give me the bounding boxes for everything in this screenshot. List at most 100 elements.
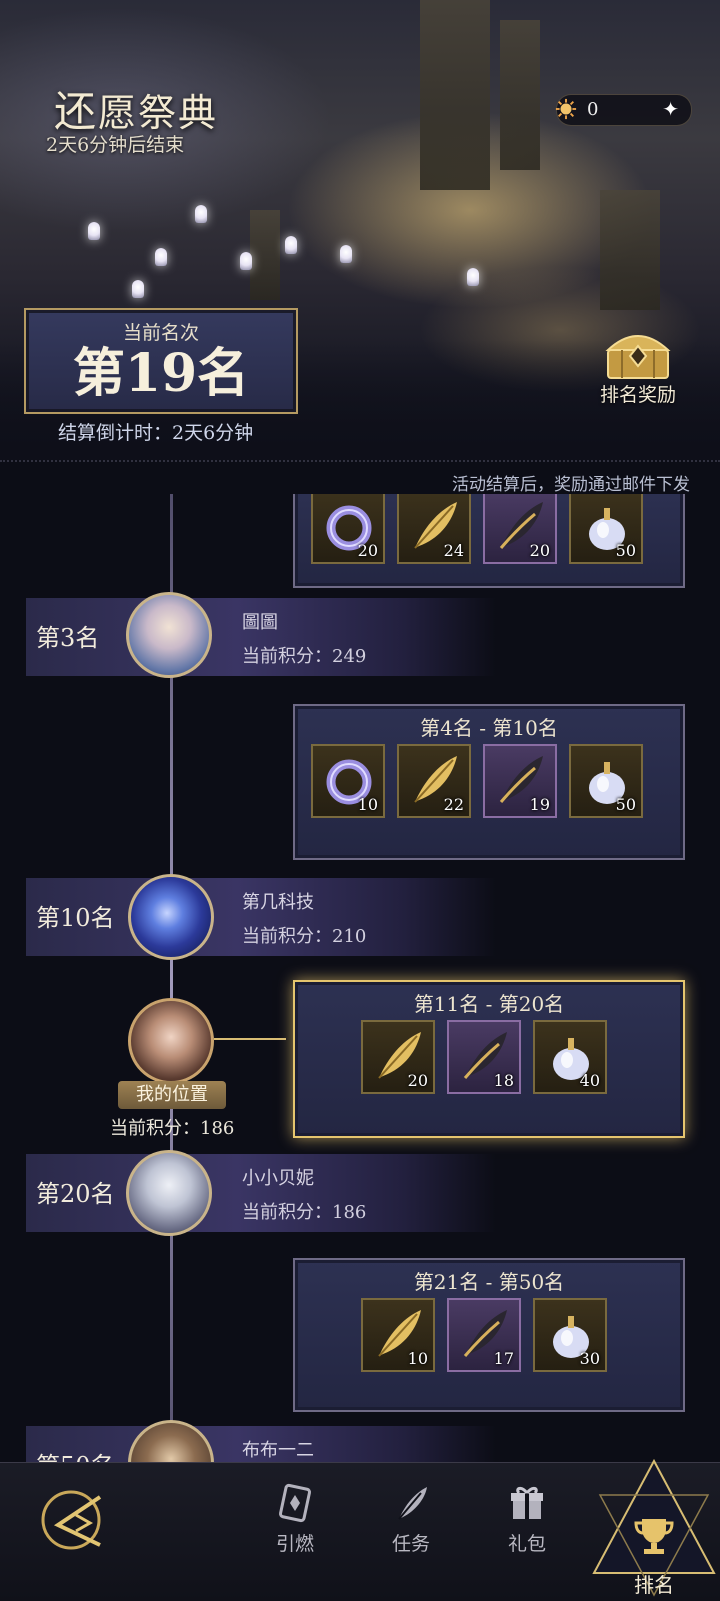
reward-tier-11-20: 第11名 - 第20名 20 18 40 <box>293 980 685 1138</box>
rank-label: 第20名 <box>36 1180 115 1208</box>
current-rank-value: 第19名 <box>72 343 250 404</box>
sun-coin-icon <box>555 98 577 120</box>
reward-item[interactable]: 50 <box>569 744 643 818</box>
player-score: 当前积分：249 <box>242 646 367 667</box>
item-count: 17 <box>493 1349 514 1368</box>
my-avatar[interactable] <box>128 998 214 1084</box>
avatar[interactable] <box>126 1150 212 1236</box>
tier-title: 第11名 - 第20名 <box>413 992 565 1016</box>
avatar[interactable] <box>126 592 212 678</box>
player-name: 小小贝妮 <box>242 1168 314 1189</box>
tier-title: 第21名 - 第50名 <box>413 1270 565 1294</box>
my-score: 当前积分：186 <box>110 1118 235 1139</box>
reward-item[interactable]: 20 <box>311 494 385 564</box>
nav-ignite[interactable]: 引燃 <box>250 1483 340 1556</box>
reward-item[interactable]: 20 <box>483 494 557 564</box>
event-title-first: 还 <box>54 87 99 136</box>
reward-mail-notice: 活动结算后，奖励通过邮件下发 <box>452 475 690 495</box>
rank-rewards-button[interactable]: 排名奖励 <box>588 322 688 412</box>
my-position-connector <box>214 1038 286 1040</box>
banner-tower <box>250 210 280 300</box>
reward-item[interactable]: 50 <box>569 494 643 564</box>
lantern-icon <box>285 236 297 254</box>
lantern-icon <box>132 280 144 298</box>
reward-tier-21-50: 第21名 - 第50名 10 17 30 <box>293 1258 685 1412</box>
divider <box>0 460 720 462</box>
reward-item[interactable]: 22 <box>397 744 471 818</box>
item-count: 20 <box>529 541 550 560</box>
item-count: 20 <box>407 1071 428 1090</box>
nav-label: 引燃 <box>275 1533 314 1555</box>
reward-item[interactable]: 10 <box>361 1298 435 1372</box>
lantern-icon <box>467 268 479 286</box>
banner-tower <box>500 20 540 170</box>
lantern-icon <box>240 252 252 270</box>
event-remaining-time: 2天6分钟后结束 <box>46 134 185 156</box>
currency-value: 0 <box>587 99 599 120</box>
reward-item[interactable]: 40 <box>533 1020 607 1094</box>
reward-item[interactable]: 17 <box>447 1298 521 1372</box>
rank-row-3[interactable]: 第3名 圖圖 当前积分：249 <box>26 598 496 676</box>
reward-item[interactable]: 24 <box>397 494 471 564</box>
gift-icon <box>511 1486 543 1519</box>
treasure-chest-icon <box>605 335 671 379</box>
item-count: 10 <box>357 795 378 814</box>
nav-label: 排名 <box>634 1573 674 1597</box>
player-name: 圖圖 <box>242 612 278 633</box>
player-name: 第几科技 <box>242 892 314 913</box>
rank-label: 第3名 <box>36 624 100 652</box>
player-name: 布布一二 <box>242 1440 314 1461</box>
item-count: 50 <box>615 795 636 814</box>
player-score: 当前积分：210 <box>242 926 367 947</box>
nav-label: 任务 <box>391 1533 430 1555</box>
quill-icon <box>398 1487 427 1520</box>
reward-item[interactable]: 18 <box>447 1020 521 1094</box>
item-count: 24 <box>443 541 464 560</box>
nav-label: 礼包 <box>507 1533 546 1555</box>
current-rank-card: 当前名次 第19名 <box>24 308 298 414</box>
current-rank-label: 当前名次 <box>122 322 199 344</box>
trophy-icon <box>634 1519 674 1554</box>
card-icon <box>278 1483 312 1523</box>
banner-tower <box>420 0 490 190</box>
player-score: 当前积分：186 <box>242 1202 367 1223</box>
item-count: 22 <box>443 795 464 814</box>
nav-ranking[interactable]: 排名 <box>588 1455 720 1601</box>
item-count: 30 <box>579 1349 600 1368</box>
tier-title: 第4名 - 第10名 <box>420 716 558 740</box>
home-emblem-icon <box>41 1490 102 1550</box>
ranking-list[interactable]: 20 24 20 50 第3名 圖圖 当前积分：249 第4名 - 第10名 1… <box>0 494 720 1464</box>
lantern-icon <box>88 222 100 240</box>
sparkle-add-icon[interactable]: ✦ <box>662 97 679 121</box>
reward-tier-top3: 20 24 20 50 <box>293 494 685 588</box>
reward-tier-4-10: 第4名 - 第10名 10 22 19 50 <box>293 704 685 860</box>
banner-tower <box>600 190 660 310</box>
reward-item[interactable]: 10 <box>311 744 385 818</box>
currency-counter[interactable]: 0 ✦ <box>555 94 692 126</box>
item-count: 10 <box>407 1349 428 1368</box>
rank-row-20[interactable]: 第20名 小小贝妮 当前积分：186 <box>26 1154 496 1232</box>
avatar[interactable] <box>128 874 214 960</box>
item-count: 18 <box>493 1071 514 1090</box>
item-count: 40 <box>579 1071 600 1090</box>
bottom-nav: 引燃 任务 礼包 排名 <box>0 1458 720 1601</box>
nav-gifts[interactable]: 礼包 <box>482 1483 572 1556</box>
reward-item[interactable]: 19 <box>483 744 557 818</box>
nav-tasks[interactable]: 任务 <box>366 1483 456 1556</box>
rank-row-50[interactable]: 第50名 布布一二 <box>26 1426 496 1464</box>
item-count: 50 <box>615 541 636 560</box>
item-count: 20 <box>357 541 378 560</box>
event-title-rest: 愿祭典 <box>98 91 219 135</box>
rank-row-10[interactable]: 第10名 第几科技 当前积分：210 <box>26 878 496 956</box>
reward-item[interactable]: 30 <box>533 1298 607 1372</box>
lantern-icon <box>155 248 167 266</box>
settlement-countdown: 结算倒计时：2天6分钟 <box>58 422 254 444</box>
rank-label: 第10名 <box>36 904 115 932</box>
home-button[interactable] <box>36 1485 106 1559</box>
my-position-badge: 我的位置 <box>118 1081 226 1109</box>
lantern-icon <box>195 205 207 223</box>
lantern-icon <box>340 245 352 263</box>
item-count: 19 <box>529 795 550 814</box>
rank-rewards-label: 排名奖励 <box>599 384 676 406</box>
reward-item[interactable]: 20 <box>361 1020 435 1094</box>
